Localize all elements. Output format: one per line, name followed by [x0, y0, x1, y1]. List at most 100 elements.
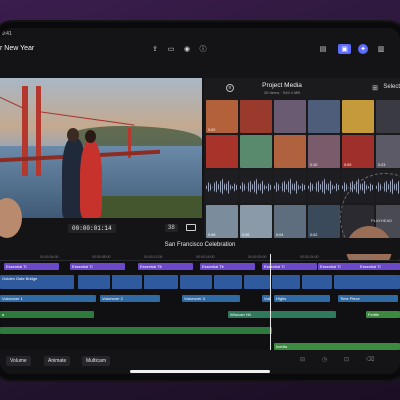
project-title: r New Year	[0, 45, 35, 52]
thumbnail-duration: 0:02	[310, 233, 318, 237]
thumbnail-duration: 0:09	[344, 163, 352, 167]
media-thumbnail[interactable]	[342, 100, 374, 133]
grid-icon[interactable]: ⊞	[372, 84, 378, 92]
status-time: 9:41	[2, 31, 12, 37]
fullscreen-icon[interactable]	[186, 224, 196, 231]
detach-icon[interactable]: ⊡	[344, 356, 349, 363]
voiceover-clip[interactable]: Voiceover 1	[0, 295, 96, 302]
music-clip[interactable]: Fertile	[366, 311, 400, 318]
video-clip[interactable]: Golden Gate Bridge	[0, 275, 74, 289]
bridge-tower-near	[22, 86, 28, 176]
top-toolbar: r New Year ⇪ ▭ ◉ ⓘ ▤ ▣ ✦ ▥	[0, 40, 400, 60]
ruler-tick-label: 00:00:24:00	[300, 255, 319, 259]
video-clip[interactable]	[272, 275, 300, 289]
media-thumbnail[interactable]	[376, 100, 400, 133]
bottom-toolbar: Volume Animate Multicam ⊟ ◷ ⊡ ⌫	[0, 350, 400, 374]
select-button[interactable]: Select	[383, 84, 400, 90]
ruler-tick-label: 00:00:12:00	[144, 255, 163, 259]
title-clip[interactable]: Essential Tit	[200, 263, 255, 270]
photos-icon[interactable]: ▤	[318, 44, 328, 54]
media-thumbnail[interactable]	[206, 135, 238, 168]
thumbnail-duration: 0:02	[208, 128, 216, 132]
effects-icon[interactable]: ✦	[358, 44, 368, 54]
split-icon[interactable]: ⊟	[300, 356, 305, 363]
media-thumbnail[interactable]	[274, 100, 306, 133]
ruler-tick-label: 00:00:08:00	[92, 255, 111, 259]
ruler-tick-label: 00:00:28:00	[352, 255, 371, 259]
browser-header: ≡ Project Media 26 Items · 549.4 MB ⊞ Se…	[204, 78, 400, 100]
speed-icon[interactable]: ◷	[322, 356, 327, 363]
media-thumbnail[interactable]: 0:08	[206, 205, 238, 238]
video-clip[interactable]	[302, 275, 332, 289]
music-bed-clip[interactable]: Inertia	[274, 343, 400, 350]
audio-thumbnail[interactable]	[308, 170, 340, 203]
video-clip[interactable]	[180, 275, 212, 289]
media-thumbnail[interactable]	[274, 135, 306, 168]
voiceover-clip[interactable]: Voiceover 2	[100, 295, 160, 302]
delete-icon[interactable]: ⌫	[366, 356, 374, 363]
media-thumbnail[interactable]: 0:23	[376, 135, 400, 168]
media-thumbnail[interactable]: 0:02	[308, 205, 340, 238]
voiceover-clip[interactable]: Voiceover 3	[262, 295, 270, 302]
video-clip[interactable]	[144, 275, 178, 289]
timeline-ruler[interactable]: 00:00:04:00 00:00:08:00 00:00:12:00 00:00:1…	[0, 254, 400, 261]
inspector-icon[interactable]: ▥	[376, 44, 386, 54]
info-icon[interactable]: ⓘ	[198, 44, 208, 54]
playhead[interactable]	[270, 254, 271, 365]
thumbnail-duration: 0:23	[378, 163, 386, 167]
title-clip[interactable]: Essential Ti	[358, 263, 400, 270]
media-thumbnail[interactable]	[240, 100, 272, 133]
camera-icon[interactable]: ▭	[166, 44, 176, 54]
video-clip[interactable]	[334, 275, 400, 289]
thumbnail-duration: 0:06	[242, 233, 250, 237]
volume-button[interactable]: Volume	[6, 356, 31, 366]
media-thumbnail[interactable]	[240, 135, 272, 168]
media-thumbnail[interactable]: 0:10	[308, 135, 340, 168]
sound-effect-clip[interactable]: Whoosh Hit	[228, 311, 336, 318]
voiceover-clip[interactable]: Time Piece	[338, 295, 398, 302]
media-thumbnail[interactable]: 0:02	[206, 100, 238, 133]
ruler-tick-label: 00:00:04:00	[40, 255, 59, 259]
media-browser: ≡ Project Media 26 Items · 549.4 MB ⊞ Se…	[204, 78, 400, 263]
title-clip[interactable]: Essential Ti	[70, 263, 125, 270]
bridge-tower-near-2	[36, 86, 41, 176]
video-clip[interactable]	[244, 275, 270, 289]
video-viewer[interactable]	[0, 78, 202, 218]
video-clip[interactable]	[214, 275, 242, 289]
home-indicator	[130, 370, 270, 373]
playhead-label: PLAYHEAD	[370, 218, 392, 223]
media-thumbnail[interactable]: 0:04	[274, 205, 306, 238]
audio-thumbnail[interactable]	[240, 170, 272, 203]
media-thumbnail[interactable]	[308, 100, 340, 133]
animate-button[interactable]: Animate	[44, 356, 71, 366]
voiceover-clip[interactable]: Voiceover 3	[182, 295, 240, 302]
export-icon[interactable]: ⇪	[150, 44, 160, 54]
voiceover-clip[interactable]: Highs	[274, 295, 330, 302]
person-woman	[80, 130, 102, 218]
music-clip[interactable]: a	[0, 311, 94, 318]
ruler-tick-label: 00:00:20:00	[248, 255, 267, 259]
video-clip[interactable]	[78, 275, 110, 289]
timeline-header: San Francisco Celebration	[0, 238, 400, 254]
multicam-button[interactable]: Multicam	[82, 356, 111, 366]
media-thumbnail[interactable]: 0:06	[240, 205, 272, 238]
title-clip[interactable]: Essential Ti	[4, 263, 59, 270]
video-clip[interactable]	[112, 275, 142, 289]
timeline-title: San Francisco Celebration	[164, 242, 236, 248]
browser-icon[interactable]: ▣	[338, 44, 351, 54]
voiceover-icon[interactable]: ◉	[182, 44, 192, 54]
browser-subtitle: 26 Items · 549.4 MB	[263, 90, 300, 95]
audio-thumbnail[interactable]	[206, 170, 238, 203]
status-bar: 9:41	[0, 28, 400, 40]
title-clip[interactable]: Essential Tit	[138, 263, 193, 270]
media-thumbnail[interactable]: 0:09	[342, 135, 374, 168]
app-screen: 9:41 r New Year ⇪ ▭ ◉ ⓘ ▤ ▣ ✦ ▥ 00:00:01…	[0, 28, 400, 374]
audio-thumbnail[interactable]	[274, 170, 306, 203]
viewer-controls: 00:00:01:14 38	[0, 218, 202, 238]
ruler-tick-label: 00:00:16:00	[196, 255, 215, 259]
zoom-value[interactable]: 38	[165, 224, 178, 232]
thumbnail-duration: 0:04	[276, 233, 284, 237]
ipad-frame: 9:41 r New Year ⇪ ▭ ◉ ⓘ ▤ ▣ ✦ ▥ 00:00:01…	[0, 22, 400, 380]
timecode-display[interactable]: 00:00:01:14	[68, 224, 116, 233]
music-bed-clip[interactable]	[0, 327, 272, 334]
